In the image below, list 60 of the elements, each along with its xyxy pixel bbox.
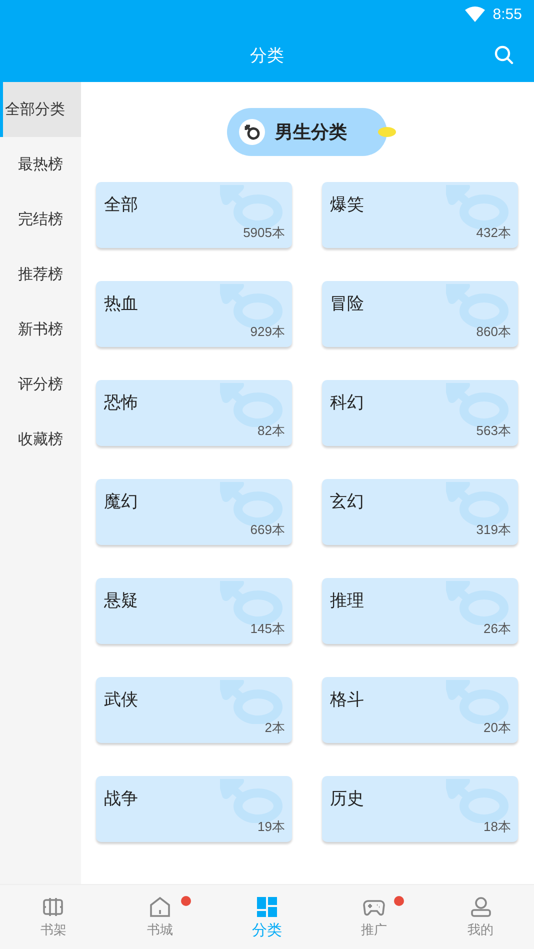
category-name: 全部 (104, 194, 138, 216)
page-title: 分类 (250, 44, 284, 66)
status-time: 8:55 (492, 6, 522, 22)
book-count: 563本 (476, 422, 511, 440)
category-name: 恐怖 (104, 392, 138, 414)
category-card[interactable]: 玄幻 319本 (322, 479, 518, 545)
gender-header: 男生分类 (227, 108, 387, 156)
book-count: 18本 (484, 818, 511, 836)
category-card[interactable]: 武侠 2本 (96, 677, 292, 743)
category-card[interactable]: 全部 5905本 (96, 182, 292, 248)
category-card[interactable]: 悬疑 145本 (96, 578, 292, 644)
category-name: 冒险 (330, 293, 364, 315)
book-shelf-icon (41, 895, 66, 919)
book-count: 19本 (258, 818, 285, 836)
category-name: 魔幻 (104, 491, 138, 513)
search-icon[interactable] (494, 45, 514, 65)
book-count: 860本 (476, 323, 511, 341)
dot-icon (378, 127, 396, 137)
category-card[interactable]: 魔幻 669本 (96, 479, 292, 545)
category-name: 战争 (104, 788, 138, 810)
book-count: 20本 (484, 719, 511, 737)
sidebar-item[interactable]: 新书榜 (0, 302, 81, 357)
category-card[interactable]: 科幻 563本 (322, 380, 518, 446)
category-name: 历史 (330, 788, 364, 810)
category-card[interactable]: 战争 19本 (96, 776, 292, 842)
home-icon (148, 895, 172, 919)
category-name: 武侠 (104, 689, 138, 711)
book-count: 432本 (476, 224, 511, 242)
category-name: 爆笑 (330, 194, 364, 216)
male-symbol-icon (239, 119, 265, 145)
book-count: 319本 (476, 521, 511, 539)
sidebar-item[interactable]: 完结榜 (0, 192, 81, 247)
book-count: 669本 (250, 521, 285, 539)
category-name: 热血 (104, 293, 138, 315)
category-name: 玄幻 (330, 491, 364, 513)
book-count: 26本 (484, 620, 511, 638)
sidebar-item[interactable]: 最热榜 (0, 137, 81, 192)
category-card[interactable]: 爆笑 432本 (322, 182, 518, 248)
grid-icon (254, 894, 279, 918)
person-icon (468, 895, 493, 919)
category-name: 科幻 (330, 392, 364, 414)
book-count: 929本 (250, 323, 285, 341)
category-card[interactable]: 历史 18本 (322, 776, 518, 842)
sidebar-item[interactable]: 全部分类 (0, 82, 81, 137)
sidebar-item[interactable]: 收藏榜 (0, 412, 81, 467)
sidebar-item[interactable]: 推荐榜 (0, 247, 81, 302)
category-name: 悬疑 (104, 590, 138, 612)
category-card[interactable]: 恐怖 82本 (96, 380, 292, 446)
sidebar-item[interactable]: 评分榜 (0, 357, 81, 412)
wifi-icon (464, 6, 485, 22)
book-count: 145本 (250, 620, 285, 638)
book-count: 82本 (258, 422, 285, 440)
category-card[interactable]: 推理 26本 (322, 578, 518, 644)
book-count: 5905本 (243, 224, 285, 242)
category-card[interactable]: 热血 929本 (96, 281, 292, 347)
category-name: 格斗 (330, 689, 364, 711)
book-count: 2本 (264, 719, 285, 737)
category-card[interactable]: 冒险 860本 (322, 281, 518, 347)
category-name: 推理 (330, 590, 364, 612)
category-card[interactable]: 格斗 20本 (322, 677, 518, 743)
